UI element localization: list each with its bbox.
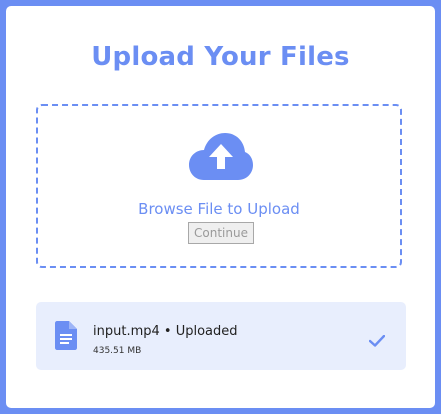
upload-card: Upload Your Files Browse File to Upload … <box>6 6 435 408</box>
check-icon <box>369 335 385 347</box>
uploaded-file-item: input.mp4 • Uploaded 435.51 MB <box>36 302 406 370</box>
page-title: Upload Your Files <box>91 42 350 72</box>
file-drop-zone[interactable]: Browse File to Upload Continue <box>36 104 402 268</box>
continue-button[interactable]: Continue <box>188 222 254 244</box>
file-name-status: input.mp4 • Uploaded <box>93 324 238 339</box>
browse-file-label[interactable]: Browse File to Upload <box>38 200 400 218</box>
cloud-upload-icon <box>189 133 253 180</box>
document-icon <box>55 321 77 350</box>
file-size: 435.51 MB <box>93 346 142 356</box>
